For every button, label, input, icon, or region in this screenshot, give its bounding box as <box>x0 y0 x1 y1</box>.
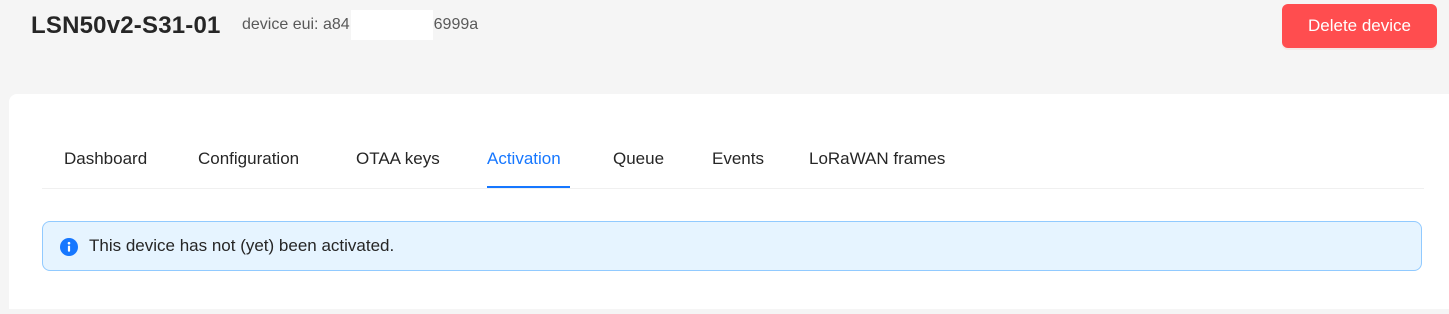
tab-events[interactable]: Events <box>712 134 764 188</box>
tab-queue[interactable]: Queue <box>613 134 664 188</box>
device-eui-suffix: 6999a <box>433 16 479 33</box>
tab-lorawan-frames[interactable]: LoRaWAN frames <box>809 134 945 188</box>
device-eui-prefix: device eui: a84 <box>242 16 350 33</box>
device-eui: device eui: a84 6999a <box>242 10 479 40</box>
tab-activation[interactable]: Activation <box>487 134 561 188</box>
info-alert: This device has not (yet) been activated… <box>42 221 1422 271</box>
page-header: LSN50v2-S31-01 device eui: a84 6999a Dele… <box>0 0 1449 60</box>
eui-redaction <box>350 10 433 40</box>
tab-bar: Dashboard Configuration OTAA keys Activa… <box>42 134 1424 189</box>
info-icon <box>60 238 78 256</box>
device-card: Dashboard Configuration OTAA keys Activa… <box>9 94 1449 309</box>
page-title: LSN50v2-S31-01 <box>31 12 221 39</box>
alert-message: This device has not (yet) been activated… <box>89 236 395 255</box>
delete-device-button[interactable]: Delete device <box>1282 4 1437 48</box>
tab-otaa-keys[interactable]: OTAA keys <box>356 134 440 188</box>
active-tab-indicator <box>487 186 570 188</box>
tab-configuration[interactable]: Configuration <box>198 134 299 188</box>
tab-dashboard[interactable]: Dashboard <box>64 134 147 188</box>
